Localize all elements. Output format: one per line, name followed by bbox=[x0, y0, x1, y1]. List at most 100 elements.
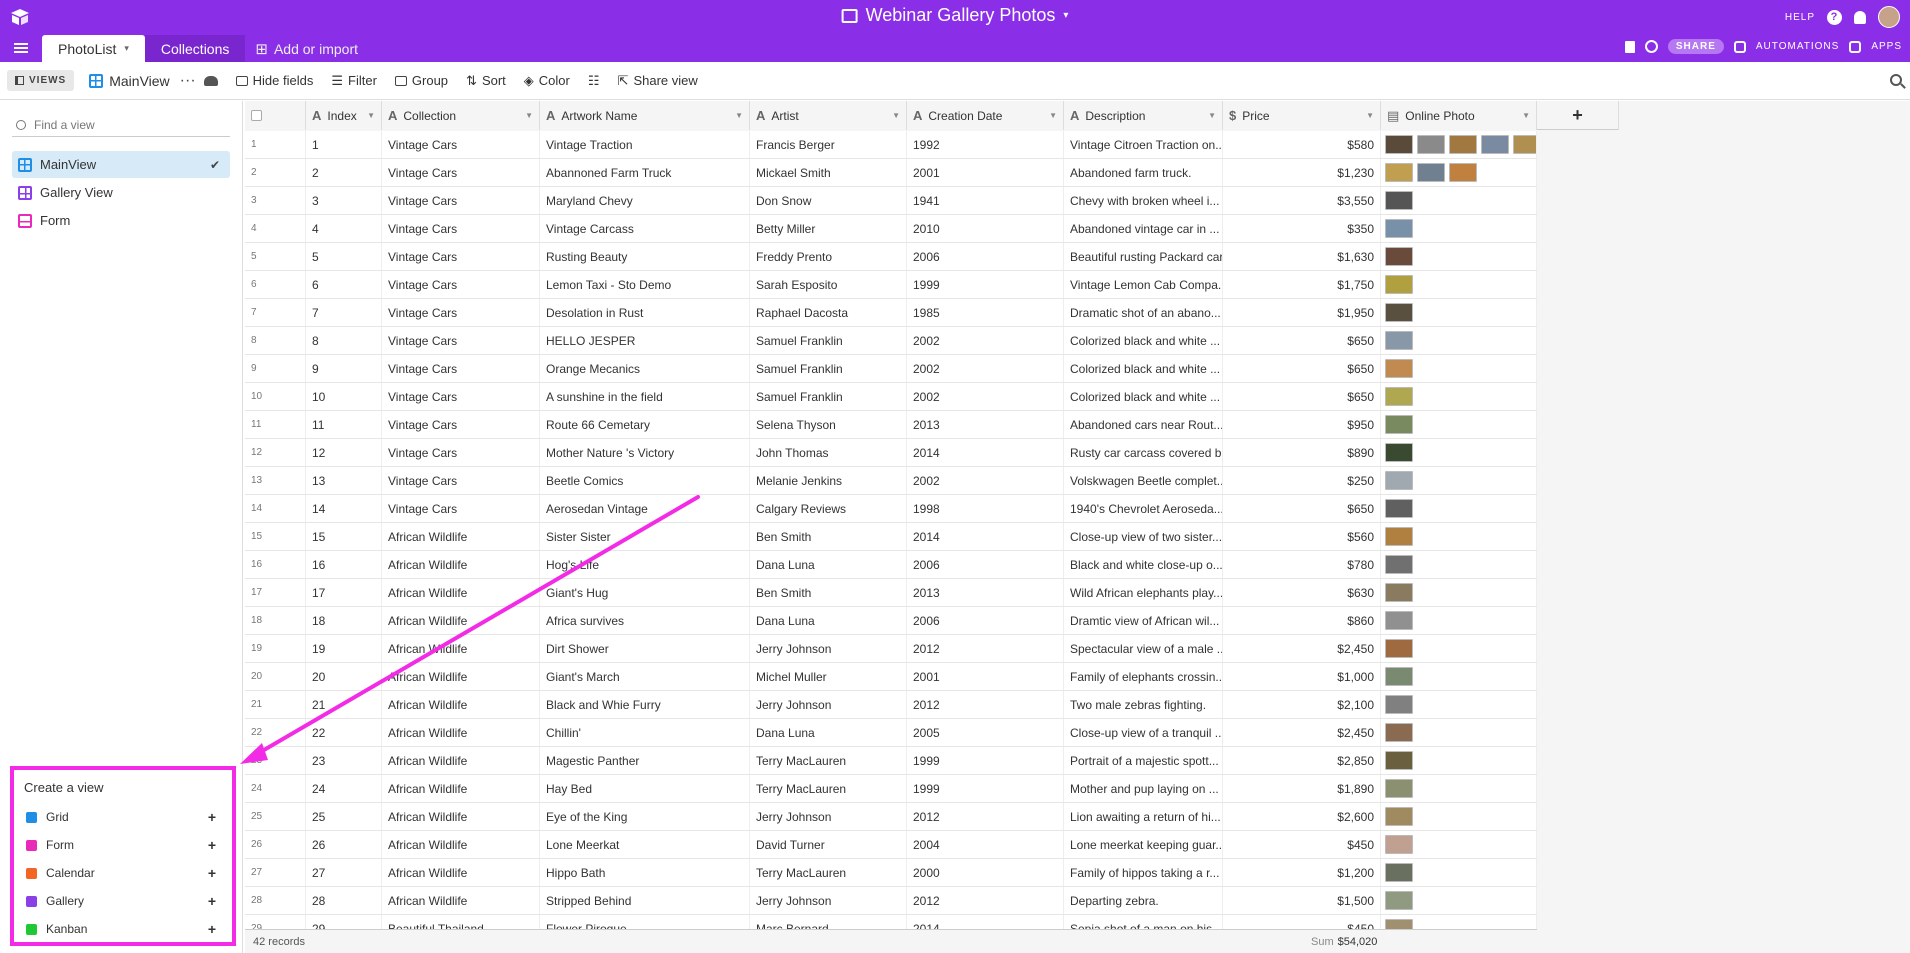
description-cell[interactable]: Beautiful rusting Packard car. bbox=[1064, 243, 1223, 270]
collection-cell[interactable]: African Wildlife bbox=[382, 747, 540, 774]
artist-cell[interactable]: Samuel Franklin bbox=[750, 383, 907, 410]
description-cell[interactable]: Close-up view of a tranquil ... bbox=[1064, 719, 1223, 746]
creation-date-cell[interactable]: 2014 bbox=[907, 523, 1064, 550]
index-cell[interactable]: 20 bbox=[306, 663, 382, 690]
online-photo-cell[interactable] bbox=[1381, 159, 1537, 186]
price-cell[interactable]: $1,750 bbox=[1223, 271, 1381, 298]
online-photo-cell[interactable] bbox=[1381, 327, 1537, 354]
photo-thumbnail[interactable] bbox=[1385, 807, 1413, 826]
price-cell[interactable]: $650 bbox=[1223, 495, 1381, 522]
collection-cell[interactable]: African Wildlife bbox=[382, 523, 540, 550]
row-height-button[interactable]: ☷ bbox=[588, 73, 600, 89]
photo-thumbnail[interactable] bbox=[1385, 723, 1413, 742]
photo-thumbnail[interactable] bbox=[1385, 471, 1413, 490]
creation-date-cell[interactable]: 2002 bbox=[907, 467, 1064, 494]
share-button[interactable]: SHARE bbox=[1667, 39, 1724, 54]
artwork-name-cell[interactable]: Abannoned Farm Truck bbox=[540, 159, 750, 186]
color-button[interactable]: ◈ Color bbox=[524, 73, 570, 89]
online-photo-cell[interactable] bbox=[1381, 131, 1537, 158]
more-options-icon[interactable]: ··· bbox=[180, 72, 196, 90]
index-cell[interactable]: 19 bbox=[306, 635, 382, 662]
price-cell[interactable]: $2,450 bbox=[1223, 635, 1381, 662]
price-cell[interactable]: $1,200 bbox=[1223, 859, 1381, 886]
table-row[interactable]: 20 20 African Wildlife Giant's March Michel … bbox=[245, 663, 1537, 691]
table-row[interactable]: 8 8 Vintage Cars HELLO JESPER Samuel Frankli… bbox=[245, 327, 1537, 355]
creation-date-cell[interactable]: 1999 bbox=[907, 775, 1064, 802]
photo-thumbnail[interactable] bbox=[1385, 891, 1413, 910]
collection-cell[interactable]: African Wildlife bbox=[382, 887, 540, 914]
artwork-name-cell[interactable]: Route 66 Cemetary bbox=[540, 411, 750, 438]
collection-cell[interactable]: African Wildlife bbox=[382, 803, 540, 830]
artist-cell[interactable]: Jerry Johnson bbox=[750, 691, 907, 718]
artwork-name-cell[interactable]: Aerosedan Vintage bbox=[540, 495, 750, 522]
notifications-icon[interactable] bbox=[1854, 10, 1866, 24]
chevron-down-icon[interactable]: ▼ bbox=[892, 111, 900, 120]
tab-collections[interactable]: Collections bbox=[144, 35, 246, 62]
collection-cell[interactable]: African Wildlife bbox=[382, 831, 540, 858]
photo-thumbnail[interactable] bbox=[1385, 863, 1413, 882]
artist-cell[interactable]: Sarah Esposito bbox=[750, 271, 907, 298]
plus-icon[interactable]: + bbox=[208, 893, 216, 909]
artist-cell[interactable]: Betty Miller bbox=[750, 215, 907, 242]
creation-date-cell[interactable]: 2012 bbox=[907, 803, 1064, 830]
artist-cell[interactable]: Mickael Smith bbox=[750, 159, 907, 186]
collection-cell[interactable]: Vintage Cars bbox=[382, 495, 540, 522]
photo-thumbnail[interactable] bbox=[1385, 611, 1413, 630]
online-photo-cell[interactable] bbox=[1381, 803, 1537, 830]
artist-cell[interactable]: Melanie Jenkins bbox=[750, 467, 907, 494]
price-cell[interactable]: $650 bbox=[1223, 327, 1381, 354]
index-cell[interactable]: 25 bbox=[306, 803, 382, 830]
chevron-down-icon[interactable]: ▾ bbox=[124, 43, 129, 54]
price-cell[interactable]: $2,850 bbox=[1223, 747, 1381, 774]
photo-thumbnail[interactable] bbox=[1385, 443, 1413, 462]
artwork-name-cell[interactable]: Rusting Beauty bbox=[540, 243, 750, 270]
price-cell[interactable]: $250 bbox=[1223, 467, 1381, 494]
collaborators-icon[interactable] bbox=[203, 75, 218, 86]
creation-date-cell[interactable]: 2010 bbox=[907, 215, 1064, 242]
index-cell[interactable]: 3 bbox=[306, 187, 382, 214]
photo-thumbnail[interactable] bbox=[1385, 275, 1413, 294]
table-row[interactable]: 4 4 Vintage Cars Vintage Carcass Betty Mille… bbox=[245, 215, 1537, 243]
creation-date-cell[interactable]: 2002 bbox=[907, 355, 1064, 382]
table-row[interactable]: 2 2 Vintage Cars Abannoned Farm Truck Mickae… bbox=[245, 159, 1537, 187]
collection-cell[interactable]: Vintage Cars bbox=[382, 187, 540, 214]
artwork-name-cell[interactable]: Giant's Hug bbox=[540, 579, 750, 606]
price-cell[interactable]: $1,950 bbox=[1223, 299, 1381, 326]
collection-cell[interactable]: Vintage Cars bbox=[382, 439, 540, 466]
description-cell[interactable]: Family of elephants crossin... bbox=[1064, 663, 1223, 690]
index-cell[interactable]: 9 bbox=[306, 355, 382, 382]
table-row[interactable]: 1 1 Vintage Cars Vintage Traction Francis Be… bbox=[245, 131, 1537, 159]
photo-thumbnail[interactable] bbox=[1481, 135, 1509, 154]
photo-thumbnail[interactable] bbox=[1385, 639, 1413, 658]
table-row[interactable]: 16 16 African Wildlife Hog's Life Dana Luna 2… bbox=[245, 551, 1537, 579]
creation-date-cell[interactable]: 2013 bbox=[907, 411, 1064, 438]
artwork-name-cell[interactable]: Maryland Chevy bbox=[540, 187, 750, 214]
photo-thumbnail[interactable] bbox=[1385, 779, 1413, 798]
photo-thumbnail[interactable] bbox=[1385, 527, 1413, 546]
online-photo-cell[interactable] bbox=[1381, 607, 1537, 634]
artwork-name-cell[interactable]: Giant's March bbox=[540, 663, 750, 690]
creation-date-cell[interactable]: 1998 bbox=[907, 495, 1064, 522]
column-header-online-photo[interactable]: ▤ Online Photo ▼ bbox=[1381, 101, 1537, 130]
description-cell[interactable]: Family of hippos taking a r... bbox=[1064, 859, 1223, 886]
help-link[interactable]: HELP bbox=[1785, 12, 1815, 23]
index-cell[interactable]: 11 bbox=[306, 411, 382, 438]
chevron-down-icon[interactable]: ▼ bbox=[735, 111, 743, 120]
creation-date-cell[interactable]: 2006 bbox=[907, 551, 1064, 578]
column-header-index[interactable]: A Index ▼ bbox=[306, 101, 382, 130]
description-cell[interactable]: Vintage Lemon Cab Compa... bbox=[1064, 271, 1223, 298]
index-cell[interactable]: 4 bbox=[306, 215, 382, 242]
index-cell[interactable]: 15 bbox=[306, 523, 382, 550]
index-cell[interactable]: 7 bbox=[306, 299, 382, 326]
collection-cell[interactable]: African Wildlife bbox=[382, 607, 540, 634]
artist-cell[interactable]: Samuel Franklin bbox=[750, 355, 907, 382]
creation-date-cell[interactable]: 2012 bbox=[907, 887, 1064, 914]
description-cell[interactable]: Lion awaiting a return of hi... bbox=[1064, 803, 1223, 830]
creation-date-cell[interactable]: 2002 bbox=[907, 327, 1064, 354]
apps-icon[interactable] bbox=[1849, 40, 1862, 53]
photo-thumbnail[interactable] bbox=[1513, 135, 1536, 154]
artwork-name-cell[interactable]: Hay Bed bbox=[540, 775, 750, 802]
photo-thumbnail[interactable] bbox=[1449, 135, 1477, 154]
photo-thumbnail[interactable] bbox=[1385, 219, 1413, 238]
collection-cell[interactable]: African Wildlife bbox=[382, 691, 540, 718]
